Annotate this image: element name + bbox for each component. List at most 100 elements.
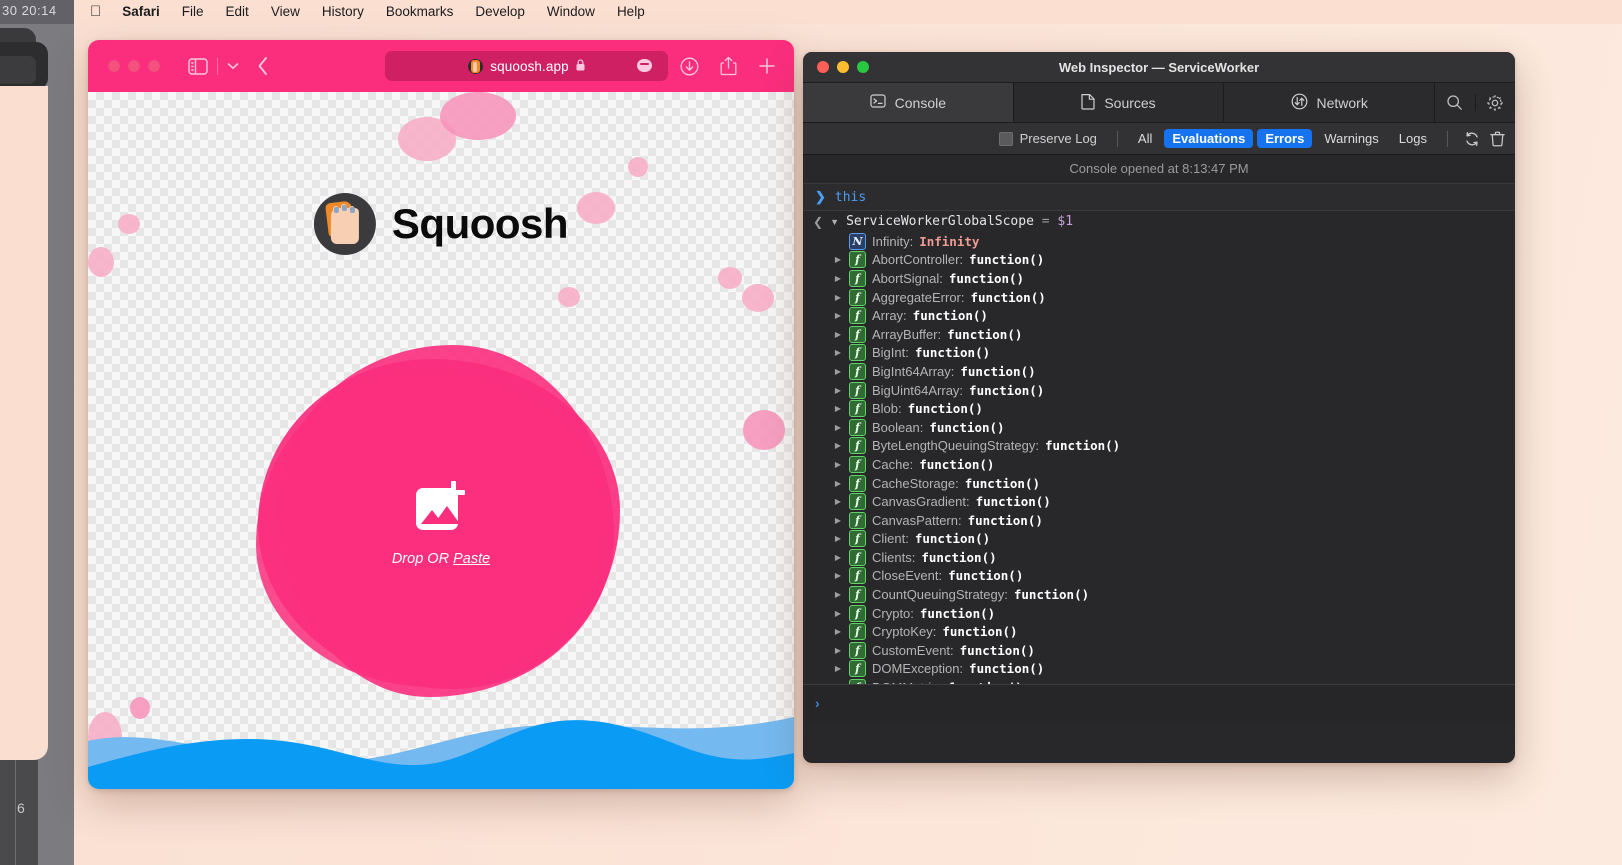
chevron-down-icon[interactable]: [227, 62, 239, 70]
function-badge-icon: f: [849, 307, 866, 324]
disclosure-triangle-icon[interactable]: ▶: [833, 367, 843, 376]
console-property-row[interactable]: ▶fAggregateError:function(): [833, 288, 1515, 307]
disclosure-triangle-icon[interactable]: ▶: [833, 255, 843, 264]
menu-item-window[interactable]: Window: [536, 0, 606, 24]
console-property-row[interactable]: ▶fCanvasGradient:function(): [833, 492, 1515, 511]
console-property-row[interactable]: ▶fBigInt:function(): [833, 344, 1515, 363]
disclosure-triangle-icon[interactable]: ▶: [833, 441, 843, 450]
paste-link[interactable]: Paste: [453, 551, 490, 567]
disclosure-triangle-icon[interactable]: ▶: [833, 460, 843, 469]
console-property-row[interactable]: ▶fClients:function(): [833, 548, 1515, 567]
disclosure-triangle-icon[interactable]: ▶: [833, 311, 843, 320]
function-badge-icon: f: [849, 251, 866, 268]
disclosure-triangle-icon[interactable]: ▶: [833, 646, 843, 655]
goto-arrow-icon[interactable]: ❮: [813, 215, 823, 229]
console-property-row[interactable]: ▶fCache:function(): [833, 455, 1515, 474]
console-property-row[interactable]: ▶fByteLengthQueuingStrategy:function(): [833, 437, 1515, 456]
minimize-button[interactable]: [128, 60, 140, 72]
menu-item-edit[interactable]: Edit: [215, 0, 260, 24]
disclosure-triangle-icon[interactable]: ▶: [833, 627, 843, 636]
console-property-row[interactable]: ▶fCloseEvent:function(): [833, 567, 1515, 586]
property-name: Clients:: [872, 550, 915, 565]
disclosure-triangle-icon[interactable]: ▶: [833, 497, 843, 506]
tab-console[interactable]: Console: [803, 83, 1014, 122]
zoom-button[interactable]: [148, 60, 160, 72]
console-property-row[interactable]: ▶fArrayBuffer:function(): [833, 325, 1515, 344]
disclosure-triangle-icon[interactable]: ▶: [833, 571, 843, 580]
property-value: function(): [948, 568, 1023, 583]
disclosure-triangle-icon[interactable]: ▶: [833, 293, 843, 302]
clear-on-reload-icon[interactable]: [1464, 131, 1480, 147]
search-icon[interactable]: [1435, 94, 1476, 111]
disclosure-triangle-icon[interactable]: ▶: [833, 553, 843, 562]
address-bar[interactable]: squoosh.app: [385, 51, 668, 81]
trash-icon[interactable]: [1490, 131, 1505, 147]
filter-errors[interactable]: Errors: [1257, 129, 1312, 148]
console-property-row[interactable]: ▶fCanvasPattern:function(): [833, 511, 1515, 530]
console-property-row[interactable]: ▶fCountQueuingStrategy:function(): [833, 585, 1515, 604]
console-property-row[interactable]: ▶fClient:function(): [833, 530, 1515, 549]
disclosure-triangle-icon[interactable]: ▶: [833, 516, 843, 525]
console-property-row[interactable]: ▶fArray:function(): [833, 306, 1515, 325]
console-property-row[interactable]: ▶fBlob:function(): [833, 399, 1515, 418]
desktop-background: 30 20:14 6  Safari File Edit View Histo…: [0, 0, 1622, 865]
console-property-list[interactable]: NInfinity:Infinity▶fAbortController:func…: [803, 232, 1515, 721]
console-property-row[interactable]: ▶fCacheStorage:function(): [833, 474, 1515, 493]
menu-item-history[interactable]: History: [311, 0, 375, 24]
filter-evaluations[interactable]: Evaluations: [1164, 129, 1253, 148]
downloads-icon[interactable]: [680, 57, 699, 76]
disclosure-triangle-icon[interactable]: ▶: [833, 274, 843, 283]
console-result-row[interactable]: ❮ ▼ ServiceWorkerGlobalScope = $1: [803, 211, 1515, 232]
console-property-row[interactable]: ▶fDOMException:function(): [833, 660, 1515, 679]
tab-sources[interactable]: Sources: [1014, 83, 1225, 122]
property-value: function(): [919, 457, 994, 472]
disclosure-triangle-icon[interactable]: ▶: [833, 348, 843, 357]
disclosure-triangle-icon[interactable]: ▶: [833, 479, 843, 488]
menu-item-develop[interactable]: Develop: [464, 0, 536, 24]
url-text: squoosh.app: [490, 59, 568, 74]
share-icon[interactable]: [720, 56, 737, 76]
add-image-icon: [416, 481, 466, 531]
console-prompt[interactable]: ›: [803, 684, 1515, 721]
console-property-row[interactable]: ▶fBigInt64Array:function(): [833, 362, 1515, 381]
menu-item-bookmarks[interactable]: Bookmarks: [375, 0, 465, 24]
disclosure-triangle-icon[interactable]: ▶: [833, 386, 843, 395]
console-property-row[interactable]: ▶fCryptoKey:function(): [833, 622, 1515, 641]
drop-zone[interactable]: Drop OR Paste: [256, 345, 626, 703]
gear-icon[interactable]: [1476, 94, 1515, 112]
console-property-row[interactable]: ▶fCrypto:function(): [833, 604, 1515, 623]
back-button-icon[interactable]: [257, 56, 269, 76]
tab-network[interactable]: Network: [1224, 83, 1435, 122]
console-input-row[interactable]: ❯ this: [803, 184, 1515, 211]
window-controls[interactable]: [108, 60, 160, 72]
disclosure-triangle-icon[interactable]: ▶: [833, 534, 843, 543]
menu-item-help[interactable]: Help: [606, 0, 656, 24]
console-property-row[interactable]: ▶fAbortController:function(): [833, 251, 1515, 270]
filter-logs[interactable]: Logs: [1391, 129, 1435, 148]
menu-item-file[interactable]: File: [171, 0, 215, 24]
console-property-row[interactable]: ▶fBigUint64Array:function(): [833, 381, 1515, 400]
menu-item-safari[interactable]: Safari: [111, 0, 171, 24]
disclosure-triangle-icon[interactable]: ▶: [833, 609, 843, 618]
disclosure-triangle-open-icon[interactable]: ▼: [830, 217, 839, 227]
new-tab-icon[interactable]: [758, 57, 776, 75]
reader-chat-icon[interactable]: [637, 59, 652, 72]
close-button[interactable]: [108, 60, 120, 72]
apple-logo-icon[interactable]: : [74, 0, 111, 24]
console-property-row[interactable]: ▶fCustomEvent:function(): [833, 641, 1515, 660]
preserve-log-toggle[interactable]: Preserve Log: [999, 131, 1097, 146]
disclosure-triangle-icon[interactable]: ▶: [833, 404, 843, 413]
menu-item-view[interactable]: View: [260, 0, 311, 24]
disclosure-triangle-icon[interactable]: ▶: [833, 330, 843, 339]
preserve-log-checkbox[interactable]: [999, 132, 1013, 146]
console-property-row[interactable]: NInfinity:Infinity: [833, 232, 1515, 251]
console-body[interactable]: Console opened at 8:13:47 PM ❯ this ❮ ▼ …: [803, 155, 1515, 721]
disclosure-triangle-icon[interactable]: ▶: [833, 423, 843, 432]
console-property-row[interactable]: ▶fBoolean:function(): [833, 418, 1515, 437]
disclosure-triangle-icon[interactable]: ▶: [833, 590, 843, 599]
sidebar-toggle-icon[interactable]: [188, 58, 208, 75]
disclosure-triangle-icon[interactable]: ▶: [833, 664, 843, 673]
filter-all[interactable]: All: [1130, 129, 1160, 148]
console-property-row[interactable]: ▶fAbortSignal:function(): [833, 269, 1515, 288]
filter-warnings[interactable]: Warnings: [1316, 129, 1386, 148]
